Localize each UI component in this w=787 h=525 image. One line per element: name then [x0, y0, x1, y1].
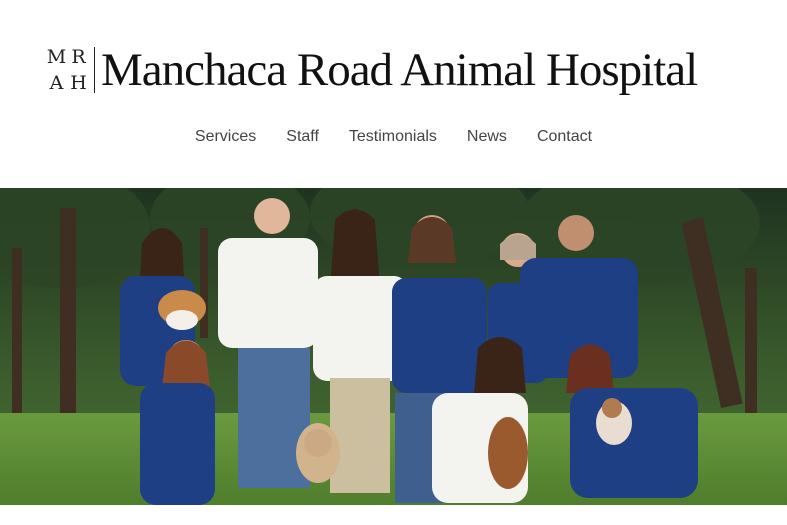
- logo-monogram: M R A H: [46, 44, 90, 96]
- hero-image: [0, 188, 787, 505]
- nav-contact[interactable]: Contact: [522, 128, 607, 146]
- monogram-letter: A: [49, 72, 65, 94]
- site-header: M R A H Manchaca Road Animal Hospital Se…: [0, 0, 787, 188]
- monogram-letter: H: [70, 72, 88, 94]
- nav-staff[interactable]: Staff: [271, 128, 334, 146]
- staff-group-photo: [0, 188, 787, 505]
- monogram-letter: M: [46, 46, 68, 68]
- nav-services[interactable]: Services: [180, 128, 271, 146]
- logo-divider: [94, 47, 95, 93]
- nav-testimonials[interactable]: Testimonials: [334, 128, 452, 146]
- site-logo[interactable]: M R A H Manchaca Road Animal Hospital: [46, 38, 698, 102]
- monogram-letter: R: [71, 46, 87, 68]
- logo-name: Manchaca Road Animal Hospital: [101, 43, 698, 96]
- main-nav: Services Staff Testimonials News Contact: [0, 128, 787, 146]
- nav-news[interactable]: News: [452, 128, 522, 146]
- page-bottom-space: [0, 505, 787, 525]
